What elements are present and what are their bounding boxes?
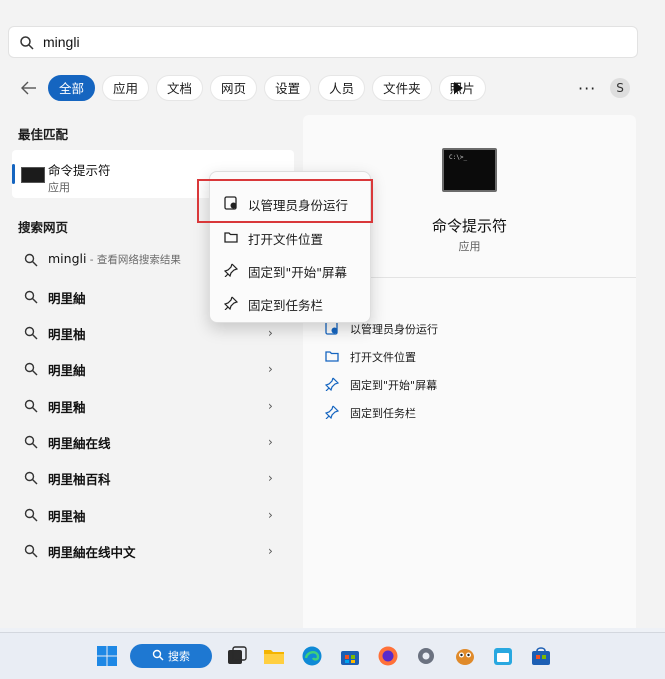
web-result-item[interactable]: 明里紬在线中文 › [12, 536, 294, 566]
web-result-label: 明里紬 [48, 363, 86, 378]
start-search-panel: mingli 全部 应用 文档 网页 设置 人员 文件夹 照片 ··· S 最佳… [0, 0, 665, 628]
taskbar: 搜索 [0, 632, 665, 679]
taskbar-search-label: 搜索 [168, 650, 190, 663]
task-view-icon[interactable] [226, 645, 248, 667]
avatar[interactable]: S [610, 78, 630, 98]
web-result-label: 明里釉 [48, 400, 86, 415]
menu-item-pin-to-taskbar[interactable]: 固定到任务栏 [214, 288, 366, 318]
filter-chip-people[interactable]: 人员 [318, 75, 366, 101]
best-match-subtitle: 应用 [48, 181, 70, 194]
menu-item-run-as-admin[interactable]: 以管理员身份运行 [214, 188, 366, 218]
search-icon [24, 435, 38, 449]
calendar-icon[interactable] [492, 645, 514, 667]
chevron-right-icon: › [268, 399, 273, 413]
context-menu: 以管理员身份运行 打开文件位置 固定到"开始"屏幕 固定到任务栏 [209, 171, 371, 323]
folder-icon [325, 351, 339, 362]
chevron-right-icon: › [268, 471, 273, 485]
pin-icon [325, 377, 339, 391]
folder-icon [224, 232, 238, 243]
filter-chip-apps[interactable]: 应用 [102, 75, 150, 101]
chevron-right-icon: › [268, 544, 273, 558]
menu-item-label: 以管理员身份运行 [248, 198, 349, 213]
web-result-item[interactable]: 明里釉 › [12, 391, 294, 421]
chevron-right-icon: › [268, 508, 273, 522]
action-label: 固定到"开始"屏幕 [350, 379, 438, 392]
more-options-icon[interactable]: ··· [578, 79, 596, 98]
web-result-item[interactable]: 明里袖 › [12, 500, 294, 530]
edge-icon[interactable] [301, 645, 323, 667]
filter-chip-folders[interactable]: 文件夹 [372, 75, 432, 101]
menu-item-label: 固定到任务栏 [248, 298, 324, 313]
web-result-item[interactable]: 明里紬在线 › [12, 427, 294, 457]
command-prompt-icon [21, 167, 45, 183]
shield-admin-icon [224, 196, 237, 210]
selection-accent [12, 164, 15, 184]
web-result-item[interactable]: 明里紬 › [12, 354, 294, 384]
search-web-heading: 搜索网页 [18, 220, 69, 235]
web-result-label: 明里紬在线 [48, 436, 111, 451]
search-box[interactable]: mingli [8, 26, 638, 58]
search-input[interactable]: mingli [43, 34, 80, 50]
menu-item-label: 打开文件位置 [248, 232, 324, 247]
action-label: 打开文件位置 [350, 351, 416, 364]
pin-icon [224, 296, 238, 310]
store-icon[interactable] [339, 645, 361, 667]
web-result-label: 明里紬在线中文 [48, 545, 136, 560]
web-result-label: 明里柚 [48, 327, 86, 342]
best-match-title: 命令提示符 [48, 163, 111, 178]
web-result-label: 明里袖 [48, 509, 86, 524]
app-owl-icon[interactable] [454, 645, 476, 667]
filter-chip-all[interactable]: 全部 [48, 75, 96, 101]
search-icon [24, 544, 38, 558]
store-bag-icon[interactable] [530, 645, 552, 667]
back-arrow-icon[interactable] [20, 80, 38, 96]
filter-chip-documents[interactable]: 文档 [156, 75, 204, 101]
filter-chips: 全部 应用 文档 网页 设置 人员 文件夹 照片 [48, 75, 486, 101]
search-icon [152, 649, 164, 661]
menu-item-label: 固定到"开始"屏幕 [248, 265, 347, 280]
firefox-icon[interactable] [377, 645, 399, 667]
chevron-right-icon: › [268, 326, 273, 340]
pin-icon [325, 405, 339, 419]
menu-item-pin-to-start[interactable]: 固定到"开始"屏幕 [214, 255, 366, 285]
web-result-query: mingli [48, 251, 87, 266]
more-filters-play-icon[interactable] [453, 82, 463, 94]
action-label: 以管理员身份运行 [350, 323, 438, 336]
web-result-item[interactable]: 明里柚百科 › [12, 463, 294, 493]
best-match-heading: 最佳匹配 [18, 127, 69, 142]
taskbar-search-button[interactable]: 搜索 [130, 644, 212, 668]
search-icon [24, 253, 38, 267]
search-icon [24, 290, 38, 304]
search-icon [20, 36, 34, 50]
chevron-right-icon: › [268, 435, 273, 449]
search-icon [24, 326, 38, 340]
filter-chip-settings[interactable]: 设置 [264, 75, 312, 101]
settings-gear-icon[interactable] [415, 645, 437, 667]
search-icon [24, 471, 38, 485]
windows-start-icon[interactable] [96, 645, 118, 667]
search-icon [24, 399, 38, 413]
web-result-label: 明里紬 [48, 291, 86, 306]
pin-icon [224, 263, 238, 277]
command-prompt-large-icon: C:\>_ [442, 148, 497, 192]
shield-admin-icon [325, 321, 338, 335]
menu-item-open-file-location[interactable]: 打开文件位置 [214, 222, 366, 252]
chevron-right-icon: › [268, 362, 273, 376]
web-result-text: mingli - 查看网络搜索结果 [48, 251, 181, 267]
search-icon [24, 362, 38, 376]
action-label: 固定到任务栏 [350, 407, 416, 420]
search-icon [24, 508, 38, 522]
web-result-label: 明里柚百科 [48, 472, 111, 487]
web-result-hint: - 查看网络搜索结果 [86, 254, 181, 266]
filter-chip-web[interactable]: 网页 [210, 75, 258, 101]
file-explorer-icon[interactable] [263, 645, 285, 667]
